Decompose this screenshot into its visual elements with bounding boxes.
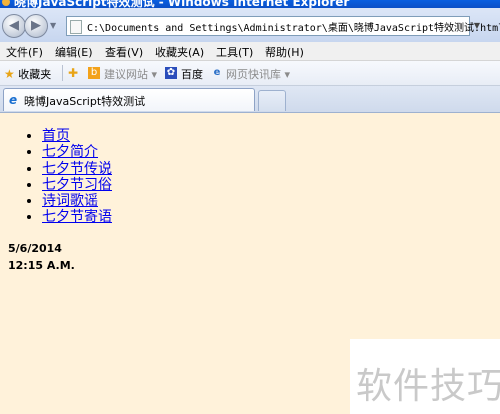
page-icon — [70, 20, 82, 34]
nav-link-wishes[interactable]: 七夕节寄语 — [42, 209, 112, 225]
list-item: 七夕简介 — [42, 144, 112, 160]
menu-bar: 文件(F) 编辑(E) 查看(V) 收藏夹(A) 工具(T) 帮助(H) — [0, 42, 500, 61]
star-icon: ★ — [4, 67, 15, 81]
ie-icon: e — [9, 93, 18, 107]
nav-link-poems[interactable]: 诗词歌谣 — [42, 193, 98, 209]
navigation-toolbar: ◀ ▶ ▼ C:\Documents and Settings\Administ… — [0, 8, 500, 43]
web-slice-label: 网页快讯库 — [226, 68, 281, 81]
web-slice-gallery-link[interactable]: 网页快讯库 ▾ — [226, 66, 290, 82]
nav-link-intro[interactable]: 七夕简介 — [42, 144, 98, 160]
active-tab[interactable]: e 晓博JavaScript特效测试 — [3, 88, 255, 111]
back-button[interactable]: ◀ — [2, 14, 26, 38]
baidu-link[interactable]: 百度 — [181, 66, 203, 82]
favorites-bar: ★ 收藏夹 ✚ b 建议网站 ▾ ✿ 百度 e 网页快讯库 ▾ — [0, 61, 500, 86]
address-dropdown-icon[interactable]: ▼ — [470, 18, 484, 34]
list-item: 七夕节习俗 — [42, 177, 112, 193]
address-url[interactable]: C:\Documents and Settings\Administrator\… — [87, 19, 500, 34]
menu-favorites[interactable]: 收藏夹(A) — [155, 44, 204, 60]
list-item: 七夕节传说 — [42, 161, 112, 177]
nav-link-legend[interactable]: 七夕节传说 — [42, 161, 112, 177]
toolbar-separator — [62, 65, 63, 81]
list-item: 七夕节寄语 — [42, 209, 112, 225]
date-display: 5/6/2014 — [8, 242, 62, 255]
tab-title: 晓博JavaScript特效测试 — [24, 95, 146, 108]
favorites-label: 收藏夹 — [18, 68, 52, 81]
menu-edit[interactable]: 编辑(E) — [55, 44, 93, 60]
time-display: 12:15 A.M. — [8, 259, 75, 272]
window-title: 晓博JavaScript特效测试 - Windows Internet Expl… — [14, 0, 350, 8]
baidu-paw-icon: ✿ — [165, 67, 177, 79]
nav-link-customs[interactable]: 七夕节习俗 — [42, 177, 112, 193]
list-item: 首页 — [42, 128, 112, 144]
menu-file[interactable]: 文件(F) — [6, 44, 43, 60]
window-title-bar: 晓博JavaScript特效测试 - Windows Internet Expl… — [0, 0, 500, 8]
forward-button[interactable]: ▶ — [24, 14, 48, 38]
new-tab-button[interactable] — [258, 90, 286, 111]
web-slice-icon: e — [213, 67, 221, 78]
address-bar[interactable]: C:\Documents and Settings\Administrator\… — [66, 16, 500, 36]
watermark: 软件技巧 — [350, 339, 500, 414]
ie-app-icon — [2, 0, 10, 6]
suggested-sites-label: 建议网站 — [104, 68, 148, 81]
tab-bar: e 晓博JavaScript特效测试 — [0, 86, 500, 113]
nav-link-home[interactable]: 首页 — [42, 128, 70, 144]
add-to-favorites-icon: ✚ — [68, 66, 79, 80]
watermark-text: 软件技巧 — [356, 366, 500, 407]
nav-list: 首页 七夕简介 七夕节传说 七夕节习俗 诗词歌谣 七夕节寄语 — [42, 128, 112, 226]
menu-view[interactable]: 查看(V) — [105, 44, 143, 60]
suggested-sites-link[interactable]: 建议网站 ▾ — [104, 66, 157, 82]
favorites-button[interactable]: ★ 收藏夹 — [4, 66, 51, 82]
suggested-sites-icon: b — [88, 67, 100, 79]
list-item: 诗词歌谣 — [42, 193, 112, 209]
history-dropdown-icon[interactable]: ▼ — [50, 21, 56, 30]
add-favorite-button[interactable]: ✚ — [68, 66, 78, 80]
menu-help[interactable]: 帮助(H) — [265, 44, 304, 60]
menu-tools[interactable]: 工具(T) — [216, 44, 253, 60]
